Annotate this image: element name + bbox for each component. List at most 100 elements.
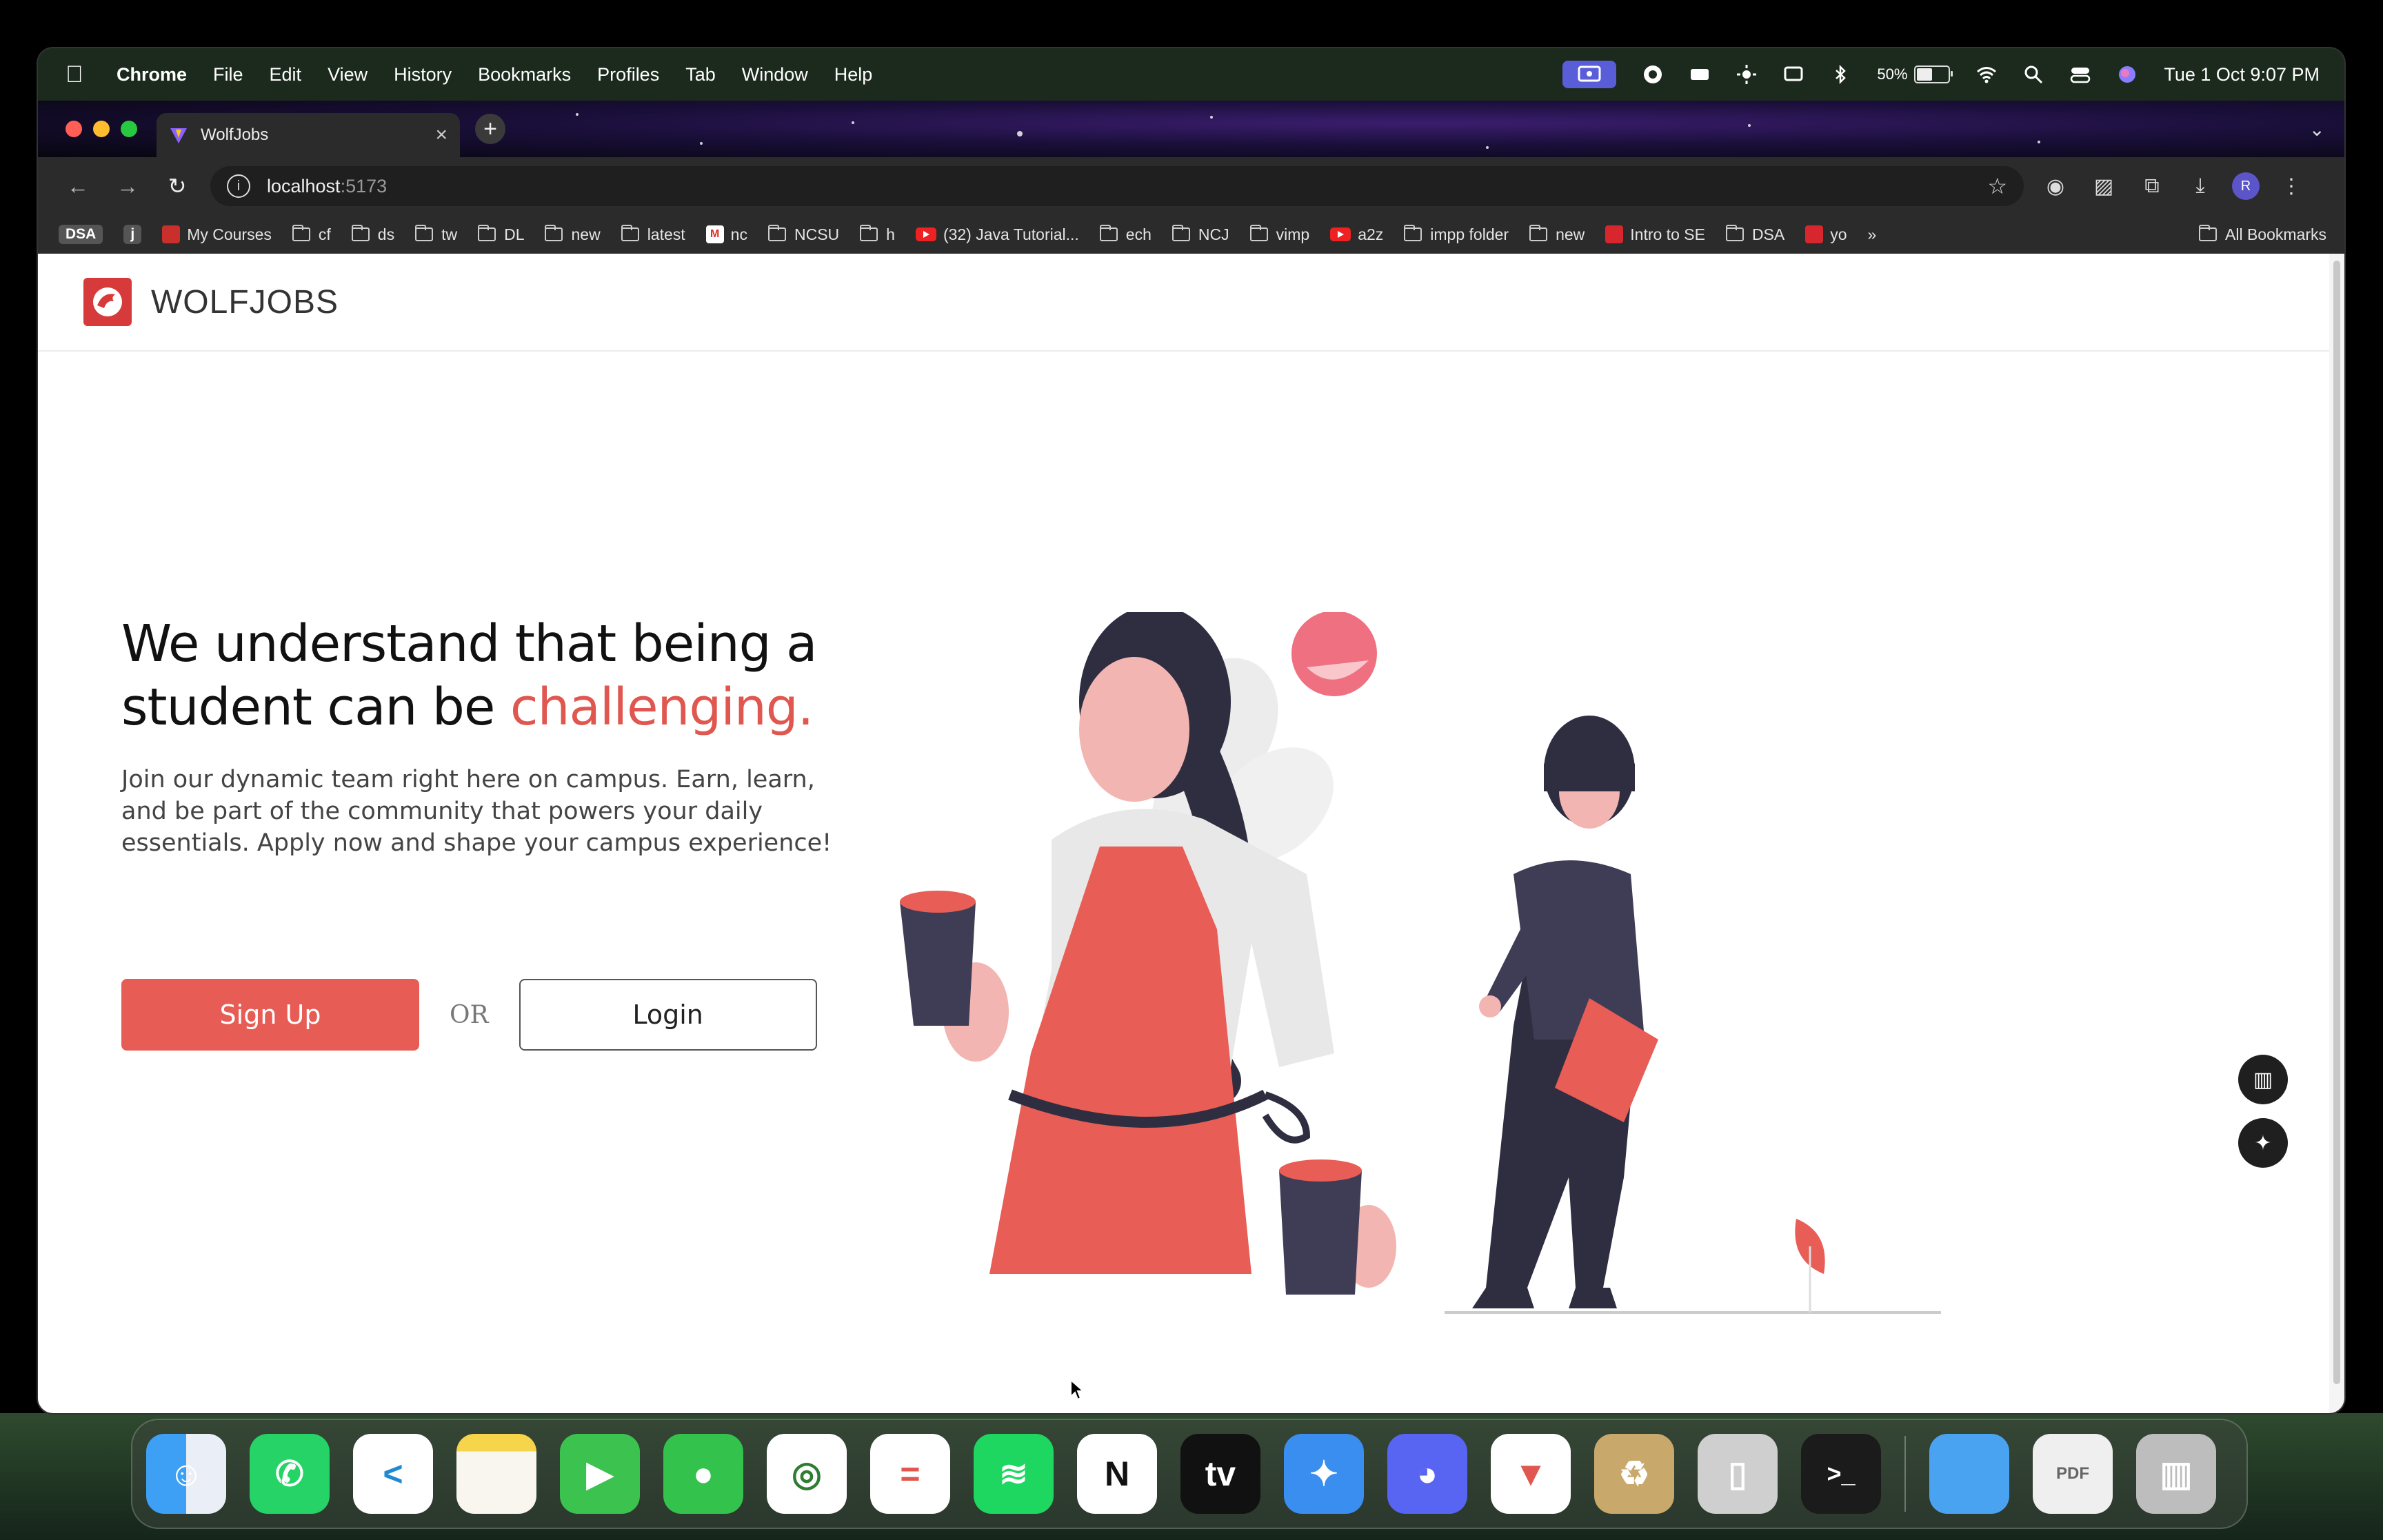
maximize-window-button[interactable] [121,121,137,137]
facetime-icon[interactable]: ▶ [560,1434,640,1514]
screen-share-icon[interactable] [1562,61,1617,88]
menu-app-name[interactable]: Chrome [117,64,187,85]
reload-icon[interactable]: ↻ [157,165,198,207]
bookmark-item[interactable]: new [1529,225,1585,244]
siri-icon[interactable] [2117,64,2138,85]
bookmark-item[interactable]: Mnc [705,225,747,244]
bookmark-item[interactable]: new [545,225,601,244]
bluetooth-icon[interactable] [1830,64,1851,85]
bookmark-item[interactable]: ds [351,225,394,244]
discord-icon[interactable]: ◕ [1387,1434,1467,1514]
archive-icon[interactable]: ♻ [1594,1434,1674,1514]
tab-wolfjobs[interactable]: WolfJobs × [157,113,460,157]
menu-bookmarks[interactable]: Bookmarks [478,64,571,85]
close-tab-icon[interactable]: × [435,123,448,147]
reading-mode-icon[interactable]: ▥ [2238,1055,2288,1104]
battery-status[interactable]: 50% [1877,65,1953,83]
bookmark-item[interactable]: h [860,225,895,244]
pdf-document-icon[interactable]: PDF [2033,1434,2113,1514]
messages-icon[interactable]: ● [663,1434,743,1514]
tab-search-chevron-icon[interactable]: ⌄ [2309,118,2325,141]
address-bar[interactable]: i localhost:5173 ☆ [210,166,2024,206]
bookmarks-overflow-icon[interactable]: » [1868,225,1877,244]
bookmark-item[interactable]: NCSU [767,225,839,244]
bookmark-item[interactable]: DL [478,225,524,244]
bookmark-item[interactable]: impp folder [1404,225,1509,244]
control-center-icon[interactable] [2070,64,2091,85]
page-scrollbar[interactable] [2329,254,2344,1413]
bookmark-item[interactable]: NCJ [1172,225,1229,244]
bookmark-item[interactable]: a2z [1330,225,1383,244]
clock[interactable]: Tue 1 Oct 9:07 PM [2164,64,2320,85]
display-icon[interactable] [1783,64,1804,85]
tab-title: WolfJobs [201,125,269,144]
mouse-cursor-icon [1070,1379,1085,1401]
trash-icon[interactable]: ▥ [2136,1434,2216,1514]
whatsapp-icon[interactable]: ✆ [250,1434,330,1514]
files-folder-icon[interactable] [1929,1434,2009,1514]
menu-kebab-icon[interactable]: ⋮ [2275,170,2308,203]
notion-icon[interactable]: N [1077,1434,1157,1514]
record-icon[interactable] [1642,64,1663,85]
vscode-icon[interactable]: < [353,1434,433,1514]
bookmark-item[interactable]: My Courses [162,225,272,244]
bookmark-item[interactable]: ech [1099,225,1152,244]
bookmark-item[interactable]: DSA [59,225,103,244]
bookmark-item[interactable]: Intro to SE [1605,225,1705,244]
menu-tab[interactable]: Tab [685,64,716,85]
spotify-icon[interactable]: ≋ [974,1434,1054,1514]
login-button[interactable]: Login [519,979,817,1051]
keyboard-icon[interactable] [1689,64,1710,85]
back-icon[interactable]: ← [57,165,99,207]
iphone-mirroring-icon[interactable]: ▯ [1698,1434,1778,1514]
wifi-icon[interactable] [1976,64,1997,85]
menu-edit[interactable]: Edit [270,64,302,85]
bookmark-item[interactable]: (32) Java Tutorial... [915,225,1079,244]
folder-icon [1099,225,1118,241]
wolf-logo-icon[interactable] [83,278,132,326]
menu-profiles[interactable]: Profiles [597,64,659,85]
download-icon[interactable]: ⤓ [2184,170,2217,203]
spotlight-search-icon[interactable] [2023,64,2044,85]
minimize-window-button[interactable] [93,121,110,137]
bookmark-item[interactable]: j [123,225,142,244]
new-tab-button[interactable]: + [475,114,505,144]
bookmark-star-icon[interactable]: ☆ [1987,173,2007,199]
chrome-icon[interactable]: ◎ [767,1434,847,1514]
extension-pen-icon[interactable]: ▨ [2087,170,2120,203]
terminal-icon[interactable]: >_ [1801,1434,1881,1514]
page-content: WOLFJOBS We understand that being a stud… [38,254,2329,1413]
calculator-icon[interactable]: = [870,1434,950,1514]
profile-avatar[interactable]: R [2232,172,2260,200]
brave-icon[interactable]: ▼ [1491,1434,1571,1514]
signup-button[interactable]: Sign Up [121,979,419,1051]
menu-help[interactable]: Help [834,64,873,85]
extension-gauge-icon[interactable]: ◉ [2039,170,2072,203]
assistant-icon[interactable]: ✦ [2238,1118,2288,1168]
site-info-icon[interactable]: i [227,174,250,198]
notes-icon[interactable] [456,1434,536,1514]
scrollbar-thumb[interactable] [2333,261,2340,1384]
site-logo-text[interactable]: WOLFJOBS [151,283,339,321]
apple-icon[interactable]:  [66,61,96,88]
all-bookmarks[interactable]: All Bookmarks [2199,225,2326,244]
brightness-icon[interactable] [1736,64,1757,85]
bookmark-item[interactable]: DSA [1725,225,1785,244]
bookmark-label: DSA [1751,225,1785,243]
menu-file[interactable]: File [213,64,243,85]
finder-icon[interactable]: ☺ [146,1434,226,1514]
close-window-button[interactable] [66,121,82,137]
status-area: 50% Tue 1 Oct 9:07 PM [1562,61,2320,88]
bookmark-item[interactable]: tw [415,225,457,244]
menu-window[interactable]: Window [742,64,808,85]
menu-history[interactable]: History [394,64,452,85]
forward-icon[interactable]: → [107,165,148,207]
extensions-puzzle-icon[interactable]: ⧉ [2135,170,2169,203]
bookmark-item[interactable]: yo [1805,225,1847,244]
appletv-icon[interactable]: tv [1180,1434,1260,1514]
bookmark-item[interactable]: latest [621,225,685,244]
menu-view[interactable]: View [328,64,368,85]
bookmark-item[interactable]: vimp [1249,225,1309,244]
safari-icon[interactable]: ✦ [1284,1434,1364,1514]
bookmark-item[interactable]: cf [292,225,331,244]
